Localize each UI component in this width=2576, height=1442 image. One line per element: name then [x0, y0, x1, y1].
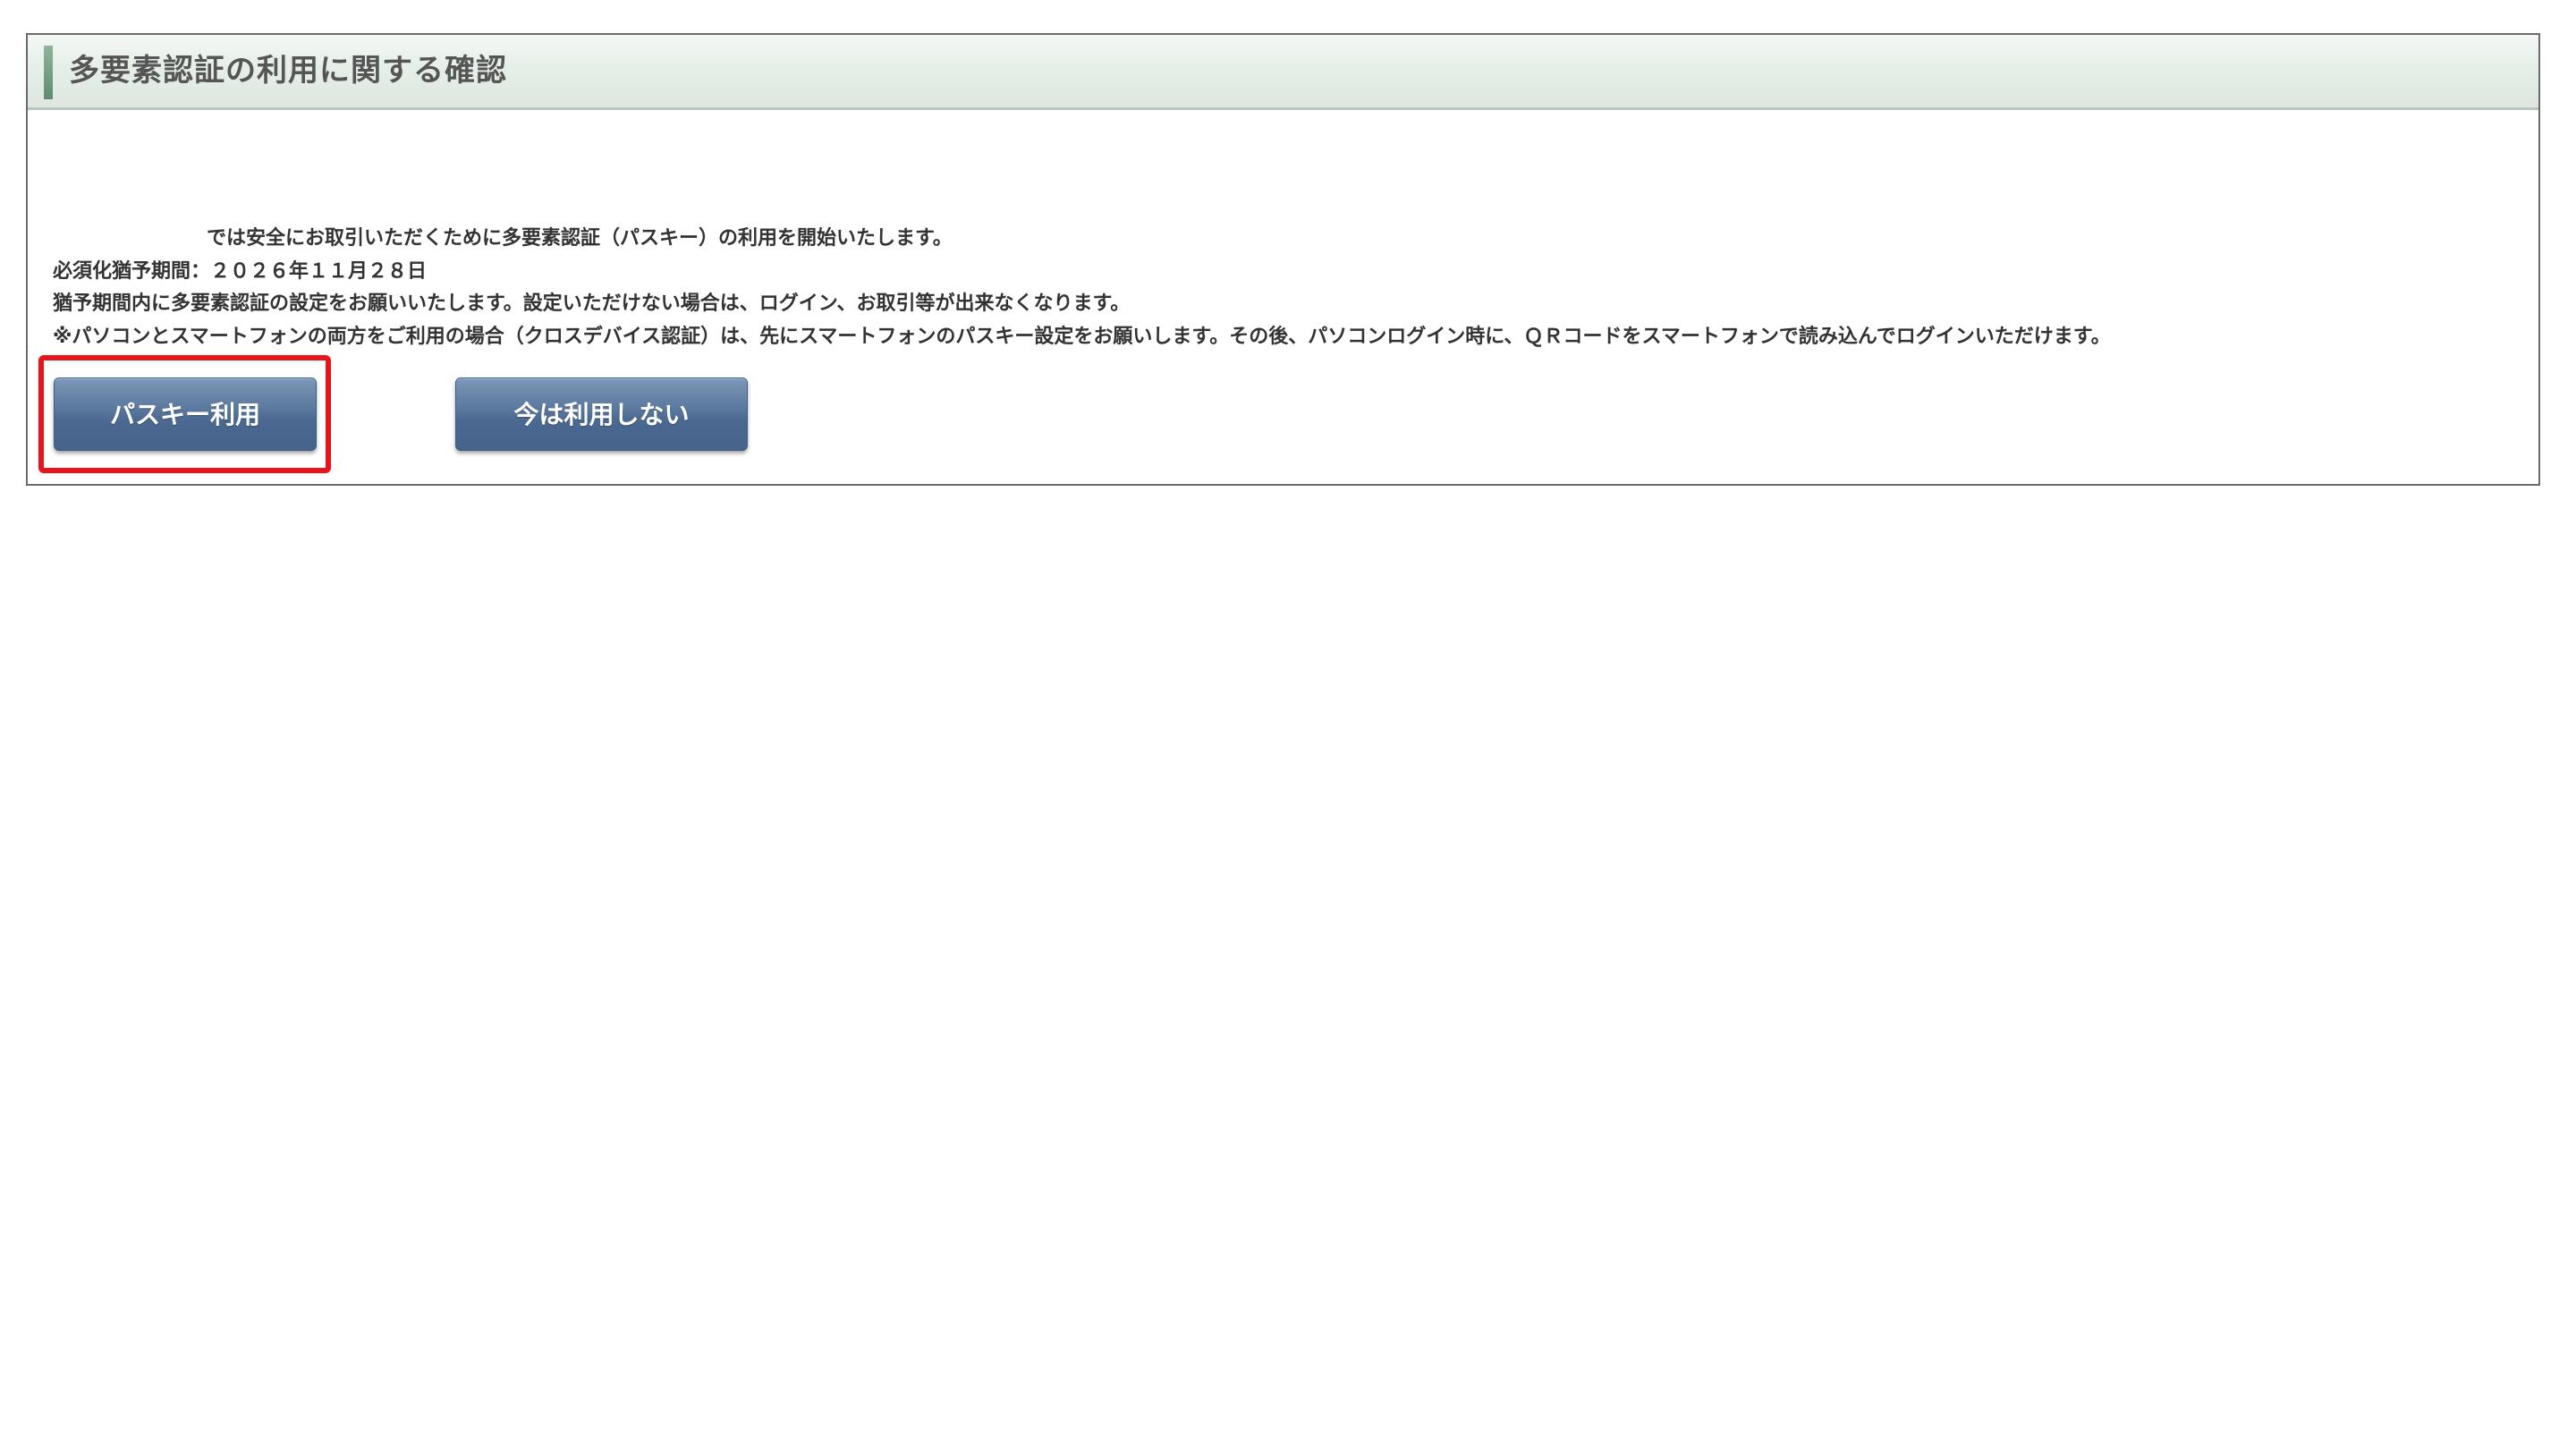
- use-passkey-button[interactable]: パスキー利用: [54, 377, 317, 451]
- message-line-notice: 猶予期間内に多要素認証の設定をお願いいたします。設定いただけない場合は、ログイン…: [53, 293, 1131, 315]
- mfa-confirmation-panel: 多要素認証の利用に関する確認 では安全にお取引いただくために多要素認証（パスキー…: [26, 33, 2540, 486]
- panel-header: 多要素認証の利用に関する確認: [28, 35, 2538, 110]
- message-line-deadline: 必須化猶予期間：２０２６年１１月２８日: [53, 259, 428, 283]
- not-now-button[interactable]: 今は利用しない: [455, 377, 748, 451]
- header-accent-bar: [44, 46, 53, 99]
- message-line-cross-device: ※パソコンとスマートフォンの両方をご利用の場合（クロスデバイス認証）は、先にスマ…: [53, 325, 2111, 348]
- page-title: 多要素認証の利用に関する確認: [69, 53, 507, 89]
- message-block: では安全にお取引いただくために多要素認証（パスキー）の利用を開始いたします。 必…: [53, 223, 2521, 353]
- message-line-intro: では安全にお取引いただくために多要素認証（パスキー）の利用を開始いたします。: [207, 227, 953, 250]
